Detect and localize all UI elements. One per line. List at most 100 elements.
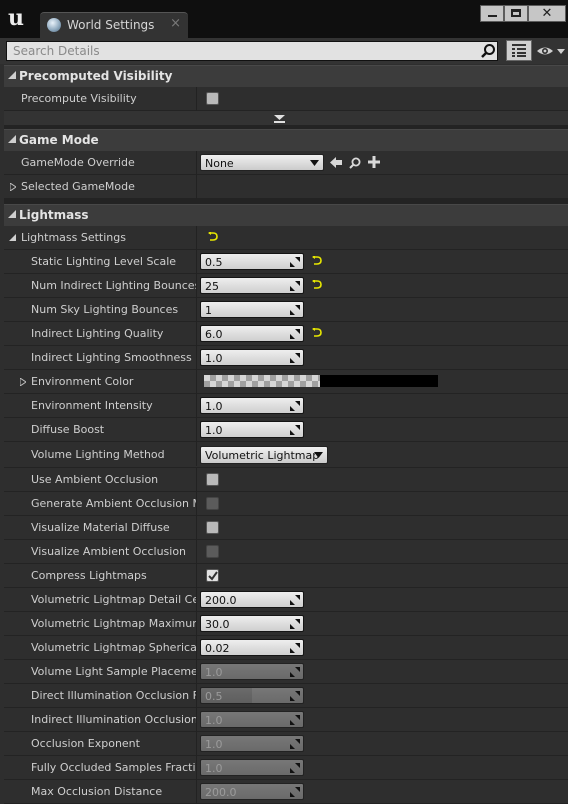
maximize-button[interactable] xyxy=(504,5,528,22)
spin-arrow-icon[interactable] xyxy=(290,787,300,797)
max-occlusion-distance-input[interactable]: 200.0 xyxy=(200,783,304,800)
row-precompute-visibility: Precompute Visibility xyxy=(4,87,568,111)
spin-arrow-icon[interactable] xyxy=(290,353,300,363)
row-use-ambient-occlusion: Use Ambient Occlusion xyxy=(4,468,568,492)
spin-arrow-icon[interactable] xyxy=(290,305,300,315)
unreal-logo-icon[interactable]: u xyxy=(2,2,30,34)
vlm-spherical-harmonic-input[interactable]: 0.02 xyxy=(200,639,304,656)
property-label: Indirect Illumination Occlusion Fr xyxy=(31,713,196,726)
spin-arrow-icon[interactable] xyxy=(290,257,300,267)
spin-arrow-icon[interactable] xyxy=(290,329,300,339)
visualize-material-diffuse-checkbox[interactable] xyxy=(206,521,219,534)
close-window-button[interactable]: ✕ xyxy=(528,5,566,22)
property-label: Environment Intensity xyxy=(31,399,153,412)
diffuse-boost-input[interactable]: 1.0 xyxy=(200,421,304,438)
spin-arrow-icon[interactable] xyxy=(290,739,300,749)
find-icon[interactable] xyxy=(349,157,361,169)
row-compress-lightmaps: Compress Lightmaps xyxy=(4,564,568,588)
row-diffuse-boost: Diffuse Boost 1.0 xyxy=(4,418,568,442)
property-label: Lightmass Settings xyxy=(21,231,126,244)
environment-intensity-input[interactable]: 1.0 xyxy=(200,397,304,414)
row-selected-gamemode[interactable]: Selected GameMode xyxy=(4,175,568,199)
environment-color-swatch-alpha[interactable] xyxy=(204,375,320,387)
occlusion-exponent-input[interactable]: 1.0 xyxy=(200,735,304,752)
num-sky-bounces-input[interactable]: 1 xyxy=(200,301,304,318)
volume-lighting-method-combo[interactable]: Volumetric Lightmap xyxy=(200,446,328,464)
direct-illum-occlusion-fraction-input[interactable]: 0.5 xyxy=(200,687,304,704)
add-icon[interactable] xyxy=(368,156,380,168)
num-indirect-bounces-input[interactable]: 25 xyxy=(200,277,304,294)
dropdown-arrow-icon xyxy=(314,452,323,458)
spin-arrow-icon[interactable] xyxy=(290,691,300,701)
indirect-lighting-quality-input[interactable]: 6.0 xyxy=(200,325,304,342)
row-indirect-lighting-quality: Indirect Lighting Quality 6.0 xyxy=(4,322,568,346)
property-label: Volume Light Sample Placement xyxy=(31,665,196,678)
row-num-indirect-lighting-bounces: Num Indirect Lighting Bounces 25 xyxy=(4,274,568,298)
tab-title: World Settings xyxy=(67,18,155,32)
row-lightmass-settings[interactable]: Lightmass Settings xyxy=(4,226,568,250)
number-value: 0.5 xyxy=(205,690,223,703)
property-label: Volumetric Lightmap Detail Cell S xyxy=(31,593,196,606)
property-label: Direct Illumination Occlusion Fra xyxy=(31,689,196,702)
spin-arrow-icon[interactable] xyxy=(290,643,300,653)
tab-world-settings[interactable]: World Settings × xyxy=(40,12,188,38)
generate-ao-material-mask-checkbox[interactable] xyxy=(206,497,219,510)
row-fully-occluded-samples-fraction: Fully Occluded Samples Fraction 1.0 xyxy=(4,756,568,780)
reset-to-default-icon[interactable] xyxy=(208,232,218,241)
close-icon: ✕ xyxy=(541,6,553,21)
row-static-lighting-level-scale: Static Lighting Level Scale 0.5 xyxy=(4,250,568,274)
spin-arrow-icon[interactable] xyxy=(290,667,300,677)
search-input[interactable] xyxy=(6,41,498,61)
category-precomputed-visibility[interactable]: Precomputed Visibility xyxy=(4,65,568,87)
visualize-ambient-occlusion-checkbox[interactable] xyxy=(206,545,219,558)
number-value: 1.0 xyxy=(205,714,223,727)
precompute-visibility-checkbox[interactable] xyxy=(206,92,219,105)
row-gamemode-override: GameMode Override None xyxy=(4,151,568,175)
property-label: Environment Color xyxy=(31,375,134,388)
browse-arrow-icon[interactable] xyxy=(330,157,342,168)
compress-lightmaps-checkbox[interactable] xyxy=(206,569,219,582)
environment-color-swatch[interactable] xyxy=(320,375,438,387)
reset-to-default-icon[interactable] xyxy=(312,256,322,265)
vlm-maximum-brick-input[interactable]: 30.0 xyxy=(200,615,304,632)
grid-view-button[interactable] xyxy=(506,40,532,61)
reset-to-default-icon[interactable] xyxy=(312,280,322,289)
spin-arrow-icon[interactable] xyxy=(290,763,300,773)
chevron-down-icon xyxy=(274,115,285,123)
number-value: 200.0 xyxy=(205,594,237,607)
triangle-expand-icon xyxy=(8,210,16,218)
property-label: Precompute Visibility xyxy=(21,92,137,105)
search-icon[interactable] xyxy=(480,43,496,59)
row-visualize-ambient-occlusion: Visualize Ambient Occlusion xyxy=(4,540,568,564)
property-label: Max Occlusion Distance xyxy=(31,785,163,798)
eye-icon[interactable] xyxy=(536,44,566,58)
reset-to-default-icon[interactable] xyxy=(312,328,322,337)
combo-value: Volumetric Lightmap xyxy=(205,449,320,462)
spin-arrow-icon[interactable] xyxy=(290,595,300,605)
spin-arrow-icon[interactable] xyxy=(290,715,300,725)
vlm-detail-cell-size-input[interactable]: 200.0 xyxy=(200,591,304,608)
indirect-lighting-smoothness-input[interactable]: 1.0 xyxy=(200,349,304,366)
indirect-illum-occlusion-fraction-input[interactable]: 1.0 xyxy=(200,711,304,728)
use-ambient-occlusion-checkbox[interactable] xyxy=(206,473,219,486)
fully-occluded-samples-fraction-input[interactable]: 1.0 xyxy=(200,759,304,776)
property-label: Compress Lightmaps xyxy=(31,569,147,582)
spin-arrow-icon[interactable] xyxy=(290,425,300,435)
category-label: Game Mode xyxy=(19,133,99,147)
spin-arrow-icon[interactable] xyxy=(290,401,300,411)
advanced-expander[interactable] xyxy=(4,111,568,126)
spin-arrow-icon[interactable] xyxy=(290,281,300,291)
number-value: 1.0 xyxy=(205,400,223,413)
number-value: 1.0 xyxy=(205,666,223,679)
gamemode-override-combo[interactable]: None xyxy=(200,154,324,171)
static-lighting-level-scale-input[interactable]: 0.5 xyxy=(200,253,304,270)
minimize-button[interactable] xyxy=(480,5,504,22)
category-game-mode[interactable]: Game Mode xyxy=(4,129,568,151)
spin-arrow-icon[interactable] xyxy=(290,619,300,629)
volume-light-sample-placement-input[interactable]: 1.0 xyxy=(200,663,304,680)
triangle-collapsed-icon[interactable] xyxy=(20,378,26,386)
category-lightmass[interactable]: Lightmass xyxy=(4,204,568,226)
tab-close-button[interactable]: × xyxy=(170,16,181,31)
property-label: Selected GameMode xyxy=(21,180,135,193)
number-value: 30.0 xyxy=(205,618,230,631)
